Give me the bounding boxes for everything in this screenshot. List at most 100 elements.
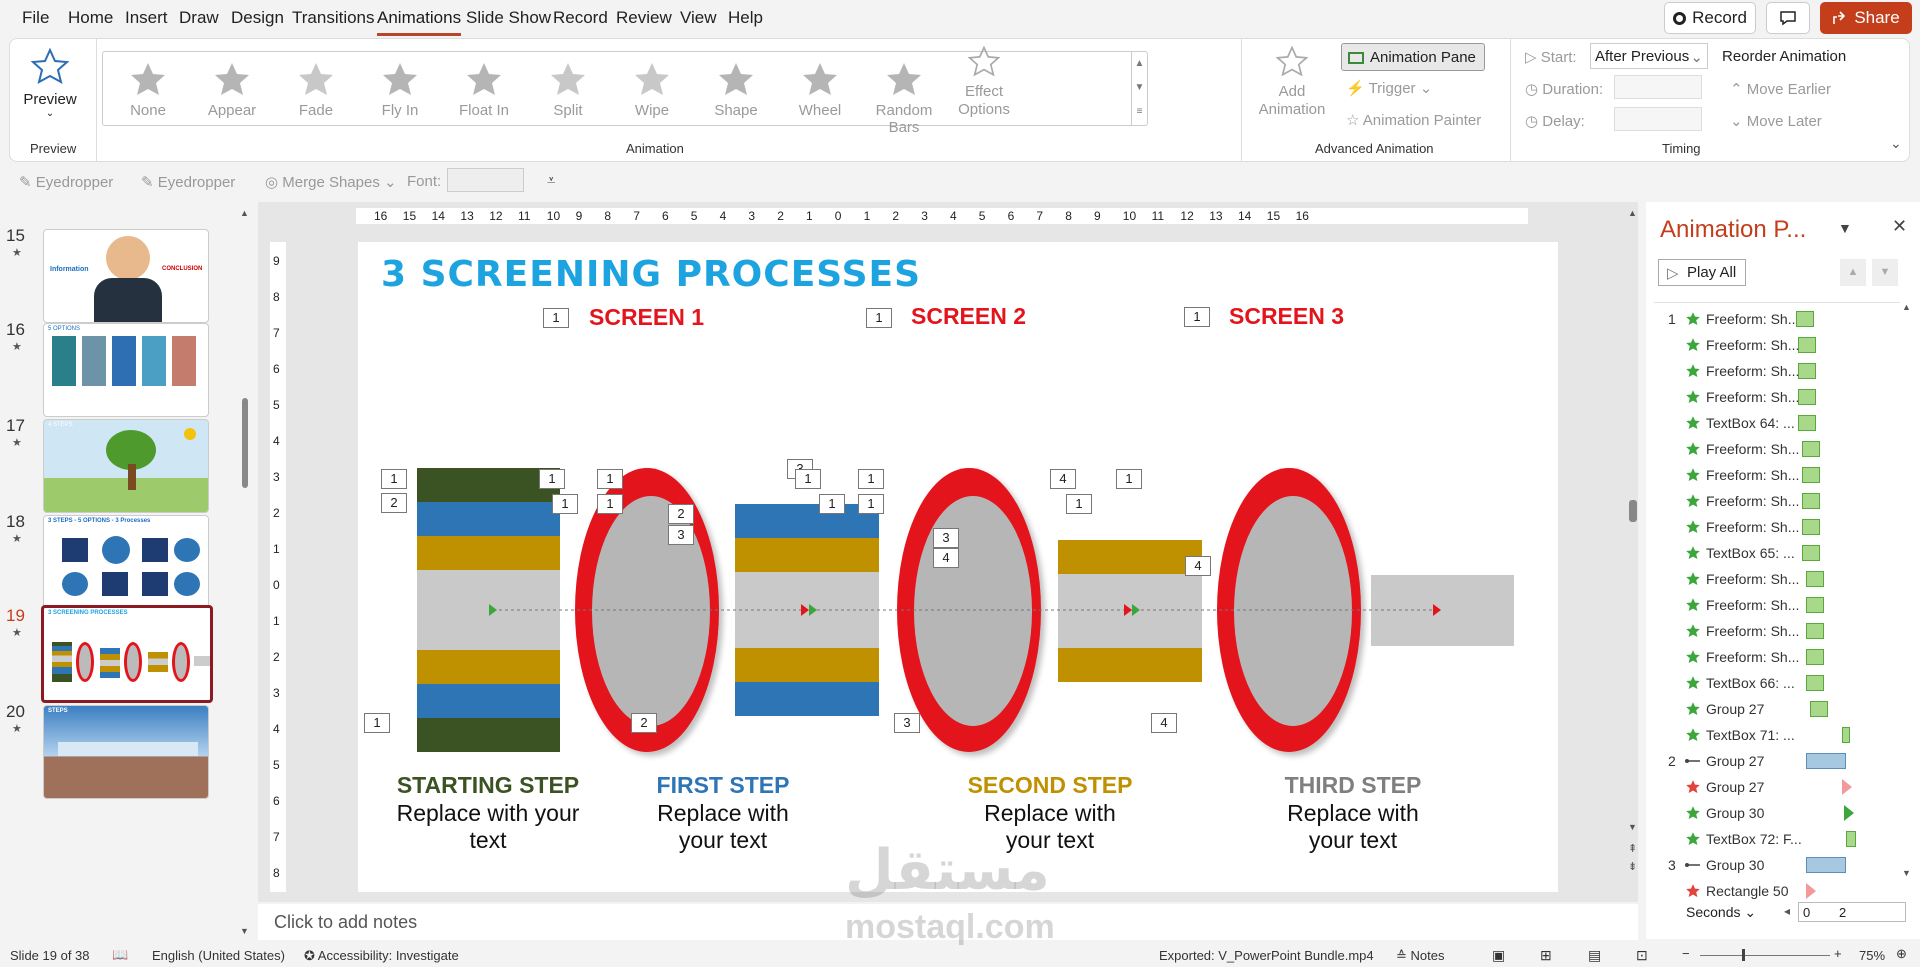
zoom-out-icon[interactable]: −	[1682, 946, 1690, 961]
pane-scrollbar[interactable]: ▲ ▼	[1902, 302, 1916, 882]
menu-insert[interactable]: Insert	[125, 8, 168, 28]
menu-help[interactable]: Help	[728, 8, 763, 28]
timeline-bar[interactable]	[1806, 857, 1846, 873]
timeline-bar[interactable]	[1802, 467, 1820, 483]
start-select[interactable]: After Previous ⌄	[1590, 43, 1708, 69]
spellcheck-icon[interactable]: 📖	[112, 947, 128, 963]
second-step-title[interactable]: SECOND STEP	[950, 772, 1150, 799]
first-step-text[interactable]: Replace with your text	[648, 800, 798, 854]
animation-tag[interactable]: 4	[933, 548, 959, 568]
share-button[interactable]: Share	[1820, 2, 1912, 34]
move-down-icon[interactable]: ▼	[1872, 259, 1898, 286]
delay-input[interactable]	[1614, 107, 1702, 131]
eyedropper-button[interactable]: ✎ Eyedropper	[19, 173, 113, 191]
slide-canvas[interactable]: 3 SCREENING PROCESSES SCREEN 1 SCREEN 2 …	[358, 242, 1558, 892]
trigger-button[interactable]: ⚡ Trigger ⌄	[1346, 79, 1432, 97]
animation-list-item[interactable]: TextBox 71: ...	[1646, 722, 1906, 748]
menu-view[interactable]: View	[680, 8, 717, 28]
animation-tag[interactable]: 4	[1151, 713, 1177, 733]
third-step-text[interactable]: Replace with your text	[1278, 800, 1428, 854]
animation-tag[interactable]: 1	[795, 469, 821, 489]
animation-tag[interactable]: 3	[933, 528, 959, 548]
menu-record[interactable]: Record	[553, 8, 608, 28]
timeline-bar[interactable]	[1806, 883, 1816, 899]
slide-thumbnail-20[interactable]: STEPS	[43, 705, 209, 799]
scrollbar-thumb[interactable]	[242, 398, 248, 488]
close-icon[interactable]: ✕	[1892, 216, 1907, 237]
animation-tag[interactable]: 1	[539, 469, 565, 489]
animation-list-item[interactable]: Freeform: Sh...	[1646, 358, 1906, 384]
animation-tag[interactable]: 1	[381, 469, 407, 489]
animation-list-item[interactable]: 1 Freeform: Sh...	[1646, 306, 1906, 332]
merge-shapes-button[interactable]: ◎ Merge Shapes ⌄	[265, 173, 397, 191]
animation-list-item[interactable]: Group 30	[1646, 800, 1906, 826]
menu-transitions[interactable]: Transitions	[292, 8, 375, 28]
anim-appear[interactable]: Appear	[187, 60, 277, 119]
menu-review[interactable]: Review	[616, 8, 672, 28]
slide-sorter-icon[interactable]: ⊞	[1540, 947, 1552, 964]
anim-float-in[interactable]: Float In	[439, 60, 529, 119]
timeline-prev-icon[interactable]: ◂	[1784, 904, 1790, 918]
reading-view-icon[interactable]: ▤	[1588, 947, 1601, 964]
animation-tag[interactable]: 1	[1184, 307, 1210, 327]
anim-wheel[interactable]: Wheel	[775, 60, 865, 119]
anim-random-bars[interactable]: Random Bars	[859, 60, 949, 136]
duration-input[interactable]	[1614, 75, 1702, 99]
slide-thumbnail-19-selected[interactable]: 3 SCREENING PROCESSES	[41, 605, 213, 703]
animation-list-item[interactable]: 3 Group 30	[1646, 852, 1906, 878]
animation-tag[interactable]: 1	[858, 494, 884, 514]
language-status[interactable]: English (United States)	[152, 948, 285, 963]
animation-list-item[interactable]: Freeform: Sh...	[1646, 488, 1906, 514]
timeline-scale[interactable]: 0 2	[1798, 902, 1906, 922]
animation-tag[interactable]: 4	[1050, 469, 1076, 489]
menu-file[interactable]: File	[22, 8, 49, 28]
timeline-bar[interactable]	[1802, 441, 1820, 457]
normal-view-icon[interactable]: ▣	[1492, 947, 1505, 964]
editor-scrollbar[interactable]: ▲ ▼ ⇞ ⇟	[1628, 208, 1638, 898]
timeline-bar[interactable]	[1796, 311, 1814, 327]
zoom-level[interactable]: 75%	[1859, 948, 1885, 963]
slide-thumbnail-17[interactable]: 4 STEPS	[43, 419, 209, 513]
animation-tag[interactable]: 3	[894, 713, 920, 733]
anim-fly-in[interactable]: Fly In	[355, 60, 445, 119]
animation-list-item[interactable]: Freeform: Sh...	[1646, 644, 1906, 670]
animation-list-item[interactable]: Freeform: Sh...	[1646, 618, 1906, 644]
menu-animations[interactable]: Animations	[377, 8, 462, 36]
animation-tag[interactable]: 3	[668, 525, 694, 545]
move-earlier-button[interactable]: ⌃ Move Earlier	[1730, 80, 1831, 98]
animation-tag[interactable]: 1	[597, 469, 623, 489]
slide-thumbnail-16[interactable]: 5 OPTIONS	[43, 323, 209, 417]
slide-thumbnail-15[interactable]: Information CONCLUSION	[43, 229, 209, 323]
thumbnail-scrollbar[interactable]: ▲ ▼	[240, 208, 250, 938]
anim-shape[interactable]: Shape	[691, 60, 781, 119]
preview-button[interactable]: Preview ⌄	[20, 47, 80, 119]
seconds-dropdown[interactable]: Seconds ⌄	[1686, 904, 1756, 921]
move-up-icon[interactable]: ▲	[1840, 259, 1866, 286]
animation-list-item[interactable]: Rectangle 50	[1646, 878, 1906, 904]
menu-design[interactable]: Design	[231, 8, 284, 28]
animation-list-item[interactable]: Freeform: Sh...	[1646, 514, 1906, 540]
fit-to-window-icon[interactable]: ⊕	[1896, 946, 1907, 962]
notes-button[interactable]: ≙ Notes	[1396, 948, 1444, 964]
animation-tag[interactable]: 4	[1185, 556, 1211, 576]
animation-tag[interactable]: 1	[819, 494, 845, 514]
timeline-bar[interactable]	[1806, 571, 1824, 587]
animation-tag[interactable]: 2	[631, 713, 657, 733]
eyedropper-button-2[interactable]: ✎ Eyedropper	[141, 173, 235, 191]
customize-qat-icon[interactable]: ⩡	[547, 172, 555, 189]
timeline-bar[interactable]	[1846, 831, 1856, 847]
slide-show-icon[interactable]: ⊡	[1636, 947, 1648, 964]
timeline-bar[interactable]	[1842, 779, 1852, 795]
animation-tag[interactable]: 1	[858, 469, 884, 489]
animation-list-item[interactable]: TextBox 66: ...	[1646, 670, 1906, 696]
animation-list-item[interactable]: TextBox 65: ...	[1646, 540, 1906, 566]
timeline-bar[interactable]	[1806, 649, 1824, 665]
menu-draw[interactable]: Draw	[179, 8, 219, 28]
timeline-bar[interactable]	[1798, 337, 1816, 353]
animation-tag[interactable]: 2	[381, 493, 407, 513]
timeline-bar[interactable]	[1844, 805, 1854, 821]
comments-button[interactable]	[1766, 2, 1810, 34]
animation-list-item[interactable]: Freeform: Sh...	[1646, 436, 1906, 462]
timeline-bar[interactable]	[1798, 363, 1816, 379]
timeline-bar[interactable]	[1802, 493, 1820, 509]
